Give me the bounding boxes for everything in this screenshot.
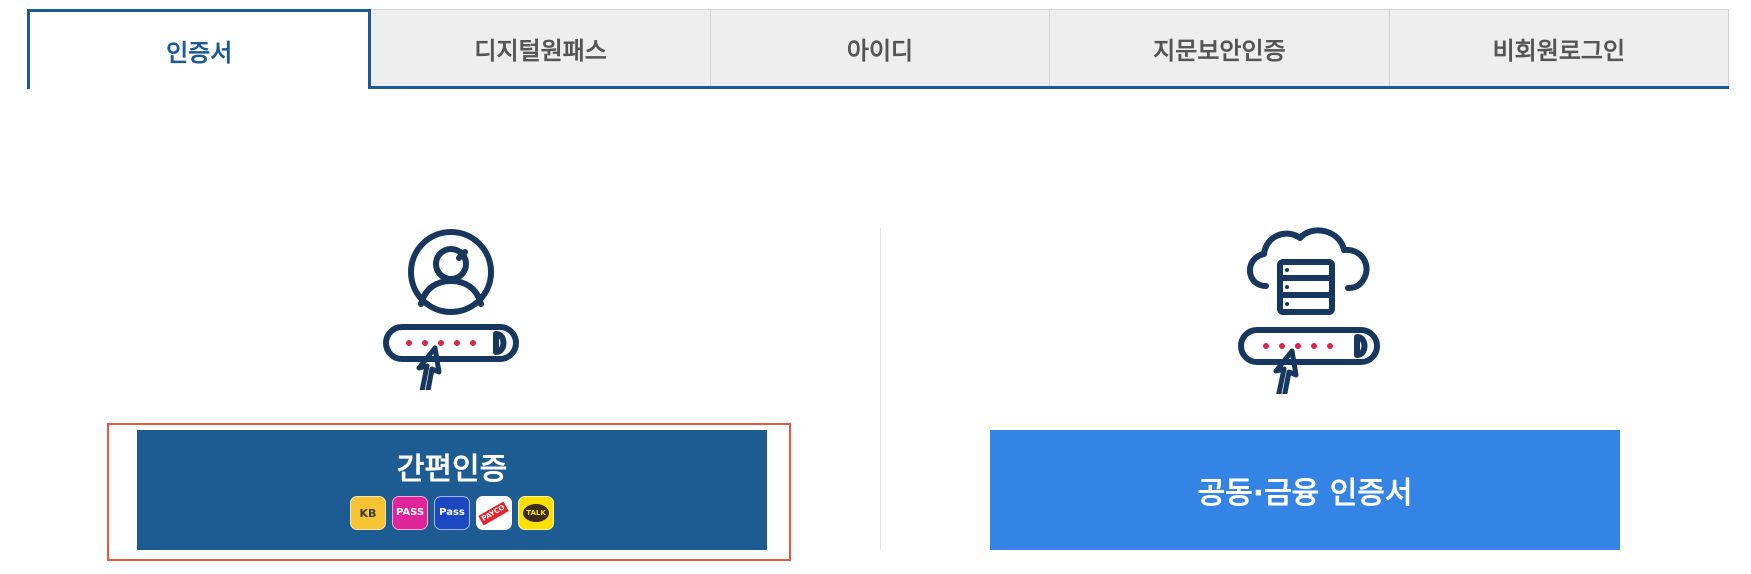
kb-icon: KB	[350, 496, 386, 530]
payco-label: PAYCO	[478, 500, 510, 526]
tab-digital-onepass[interactable]: 디지털원패스	[371, 9, 711, 86]
tab-non-member[interactable]: 비회원로그인	[1389, 9, 1730, 86]
cloud-server-password-icon	[1236, 226, 1382, 401]
login-page: 인증서 디지털원패스 아이디 지문보안인증 비회원로그인 간편인증 KB PAS…	[0, 0, 1751, 574]
kakao-talk-label: TALK	[523, 504, 549, 522]
tab-certificate[interactable]: 인증서	[27, 9, 372, 89]
pass-icon: PASS	[392, 496, 428, 530]
login-method-tabs: 인증서 디지털원패스 아이디 지문보안인증 비회원로그인	[27, 9, 1730, 89]
payco-icon: PAYCO	[476, 496, 512, 530]
user-password-icon	[381, 228, 521, 399]
provider-badges: KB PASS Pass PAYCO TALK	[350, 496, 554, 530]
simple-auth-button[interactable]: 간편인증 KB PASS Pass PAYCO TALK	[137, 430, 767, 550]
tab-id[interactable]: 아이디	[710, 9, 1051, 86]
joint-financial-certificate-button[interactable]: 공동·금융 인증서	[990, 430, 1620, 550]
kakao-talk-icon: TALK	[518, 496, 554, 530]
simple-auth-label: 간편인증	[396, 452, 508, 487]
section-divider	[880, 228, 881, 550]
tab-fingerprint[interactable]: 지문보안인증	[1050, 9, 1390, 86]
samsung-pass-icon: Pass	[434, 496, 470, 530]
